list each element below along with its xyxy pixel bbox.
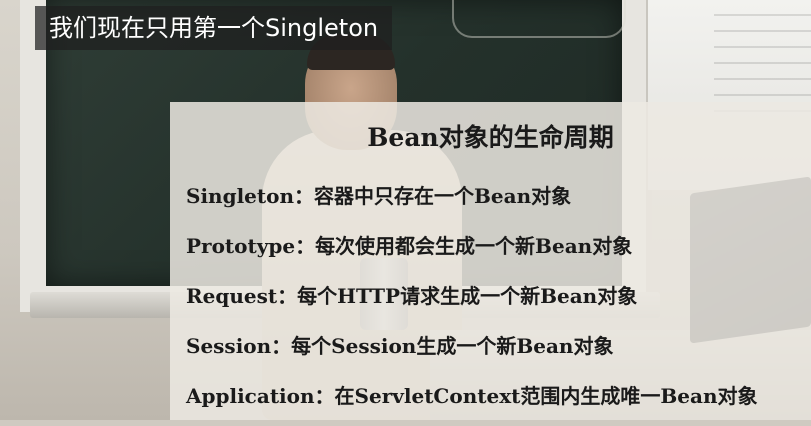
list-item: Singleton：容器中只存在一个Bean对象 bbox=[186, 176, 758, 226]
list-item: Application：在ServletContext范围内生成唯一Bean对象 bbox=[186, 376, 758, 426]
scope-description: 每次使用都会生成一个新Bean对象 bbox=[315, 234, 633, 258]
scope-description: 容器中只存在一个Bean对象 bbox=[314, 184, 572, 208]
subtitle-caption: 我们现在只用第一个Singleton bbox=[35, 6, 393, 50]
scope-term: Request bbox=[186, 284, 278, 308]
slide-title: Bean对象的生命周期 bbox=[367, 123, 614, 152]
separator: ： bbox=[314, 384, 335, 408]
scope-description: 每个Session生成一个新Bean对象 bbox=[291, 334, 614, 358]
scope-description: 在ServletContext范围内生成唯一Bean对象 bbox=[334, 384, 758, 408]
scope-term: Prototype bbox=[186, 234, 296, 258]
list-item: Session：每个Session生成一个新Bean对象 bbox=[186, 326, 758, 376]
scope-list: Singleton：容器中只存在一个Bean对象 Prototype：每次使用都… bbox=[186, 176, 758, 426]
scope-description: 每个HTTP请求生成一个新Bean对象 bbox=[297, 284, 638, 308]
separator: ： bbox=[294, 184, 315, 208]
scope-term: Singleton bbox=[186, 184, 295, 208]
chalk-writing bbox=[452, 0, 626, 38]
scope-term: Session bbox=[186, 334, 272, 358]
separator: ： bbox=[271, 334, 292, 358]
separator: ： bbox=[295, 234, 316, 258]
separator: ： bbox=[277, 284, 298, 308]
scope-term: Application bbox=[186, 384, 315, 408]
slide-overlay: Bean对象的生命周期 Singleton：容器中只存在一个Bean对象 Pro… bbox=[170, 102, 811, 420]
list-item: Prototype：每次使用都会生成一个新Bean对象 bbox=[186, 226, 758, 276]
list-item: Request：每个HTTP请求生成一个新Bean对象 bbox=[186, 276, 758, 326]
